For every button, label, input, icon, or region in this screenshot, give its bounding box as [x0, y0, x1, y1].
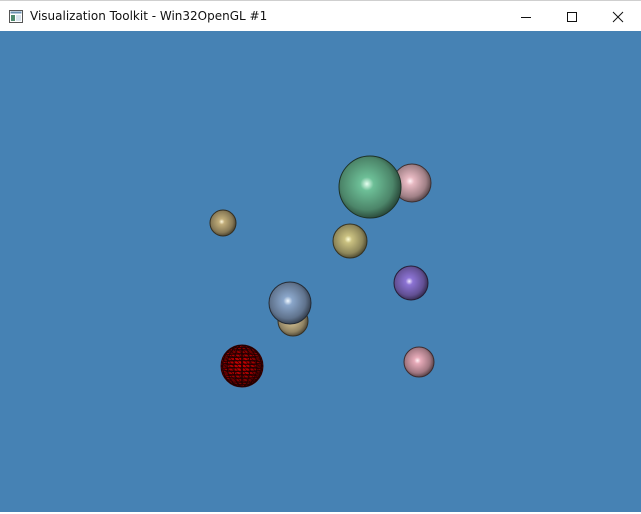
minimize-icon	[521, 16, 531, 18]
sphere-large-green	[338, 155, 402, 219]
sphere-large-green-body	[338, 155, 402, 219]
vtk-window-icon	[8, 8, 24, 24]
close-icon	[612, 11, 624, 22]
window-title: Visualization Toolkit - Win32OpenGL #1	[30, 9, 268, 23]
minimize-button[interactable]	[503, 1, 549, 32]
maximize-icon	[567, 11, 577, 22]
close-button[interactable]	[595, 1, 641, 32]
vtk-render-window: Visualization Toolkit - Win32OpenGL #1	[0, 0, 641, 514]
sphere-pink-lower-body	[403, 346, 435, 378]
sphere-blue-gray-body	[268, 281, 312, 325]
sphere-yellow-center	[332, 223, 368, 259]
title-bar[interactable]: Visualization Toolkit - Win32OpenGL #1	[0, 0, 641, 31]
sphere-blue-gray	[268, 281, 312, 325]
maximize-button[interactable]	[549, 1, 595, 32]
scene-canvas[interactable]	[0, 31, 641, 512]
sphere-tan-left	[209, 209, 237, 237]
sphere-pink-lower	[403, 346, 435, 378]
window-controls	[503, 1, 641, 32]
scene-background	[0, 31, 641, 512]
sphere-yellow-center-body	[332, 223, 368, 259]
sphere-purple-body	[393, 265, 429, 301]
render-viewport[interactable]	[0, 31, 641, 512]
sphere-tan-left-body	[209, 209, 237, 237]
sphere-purple	[393, 265, 429, 301]
